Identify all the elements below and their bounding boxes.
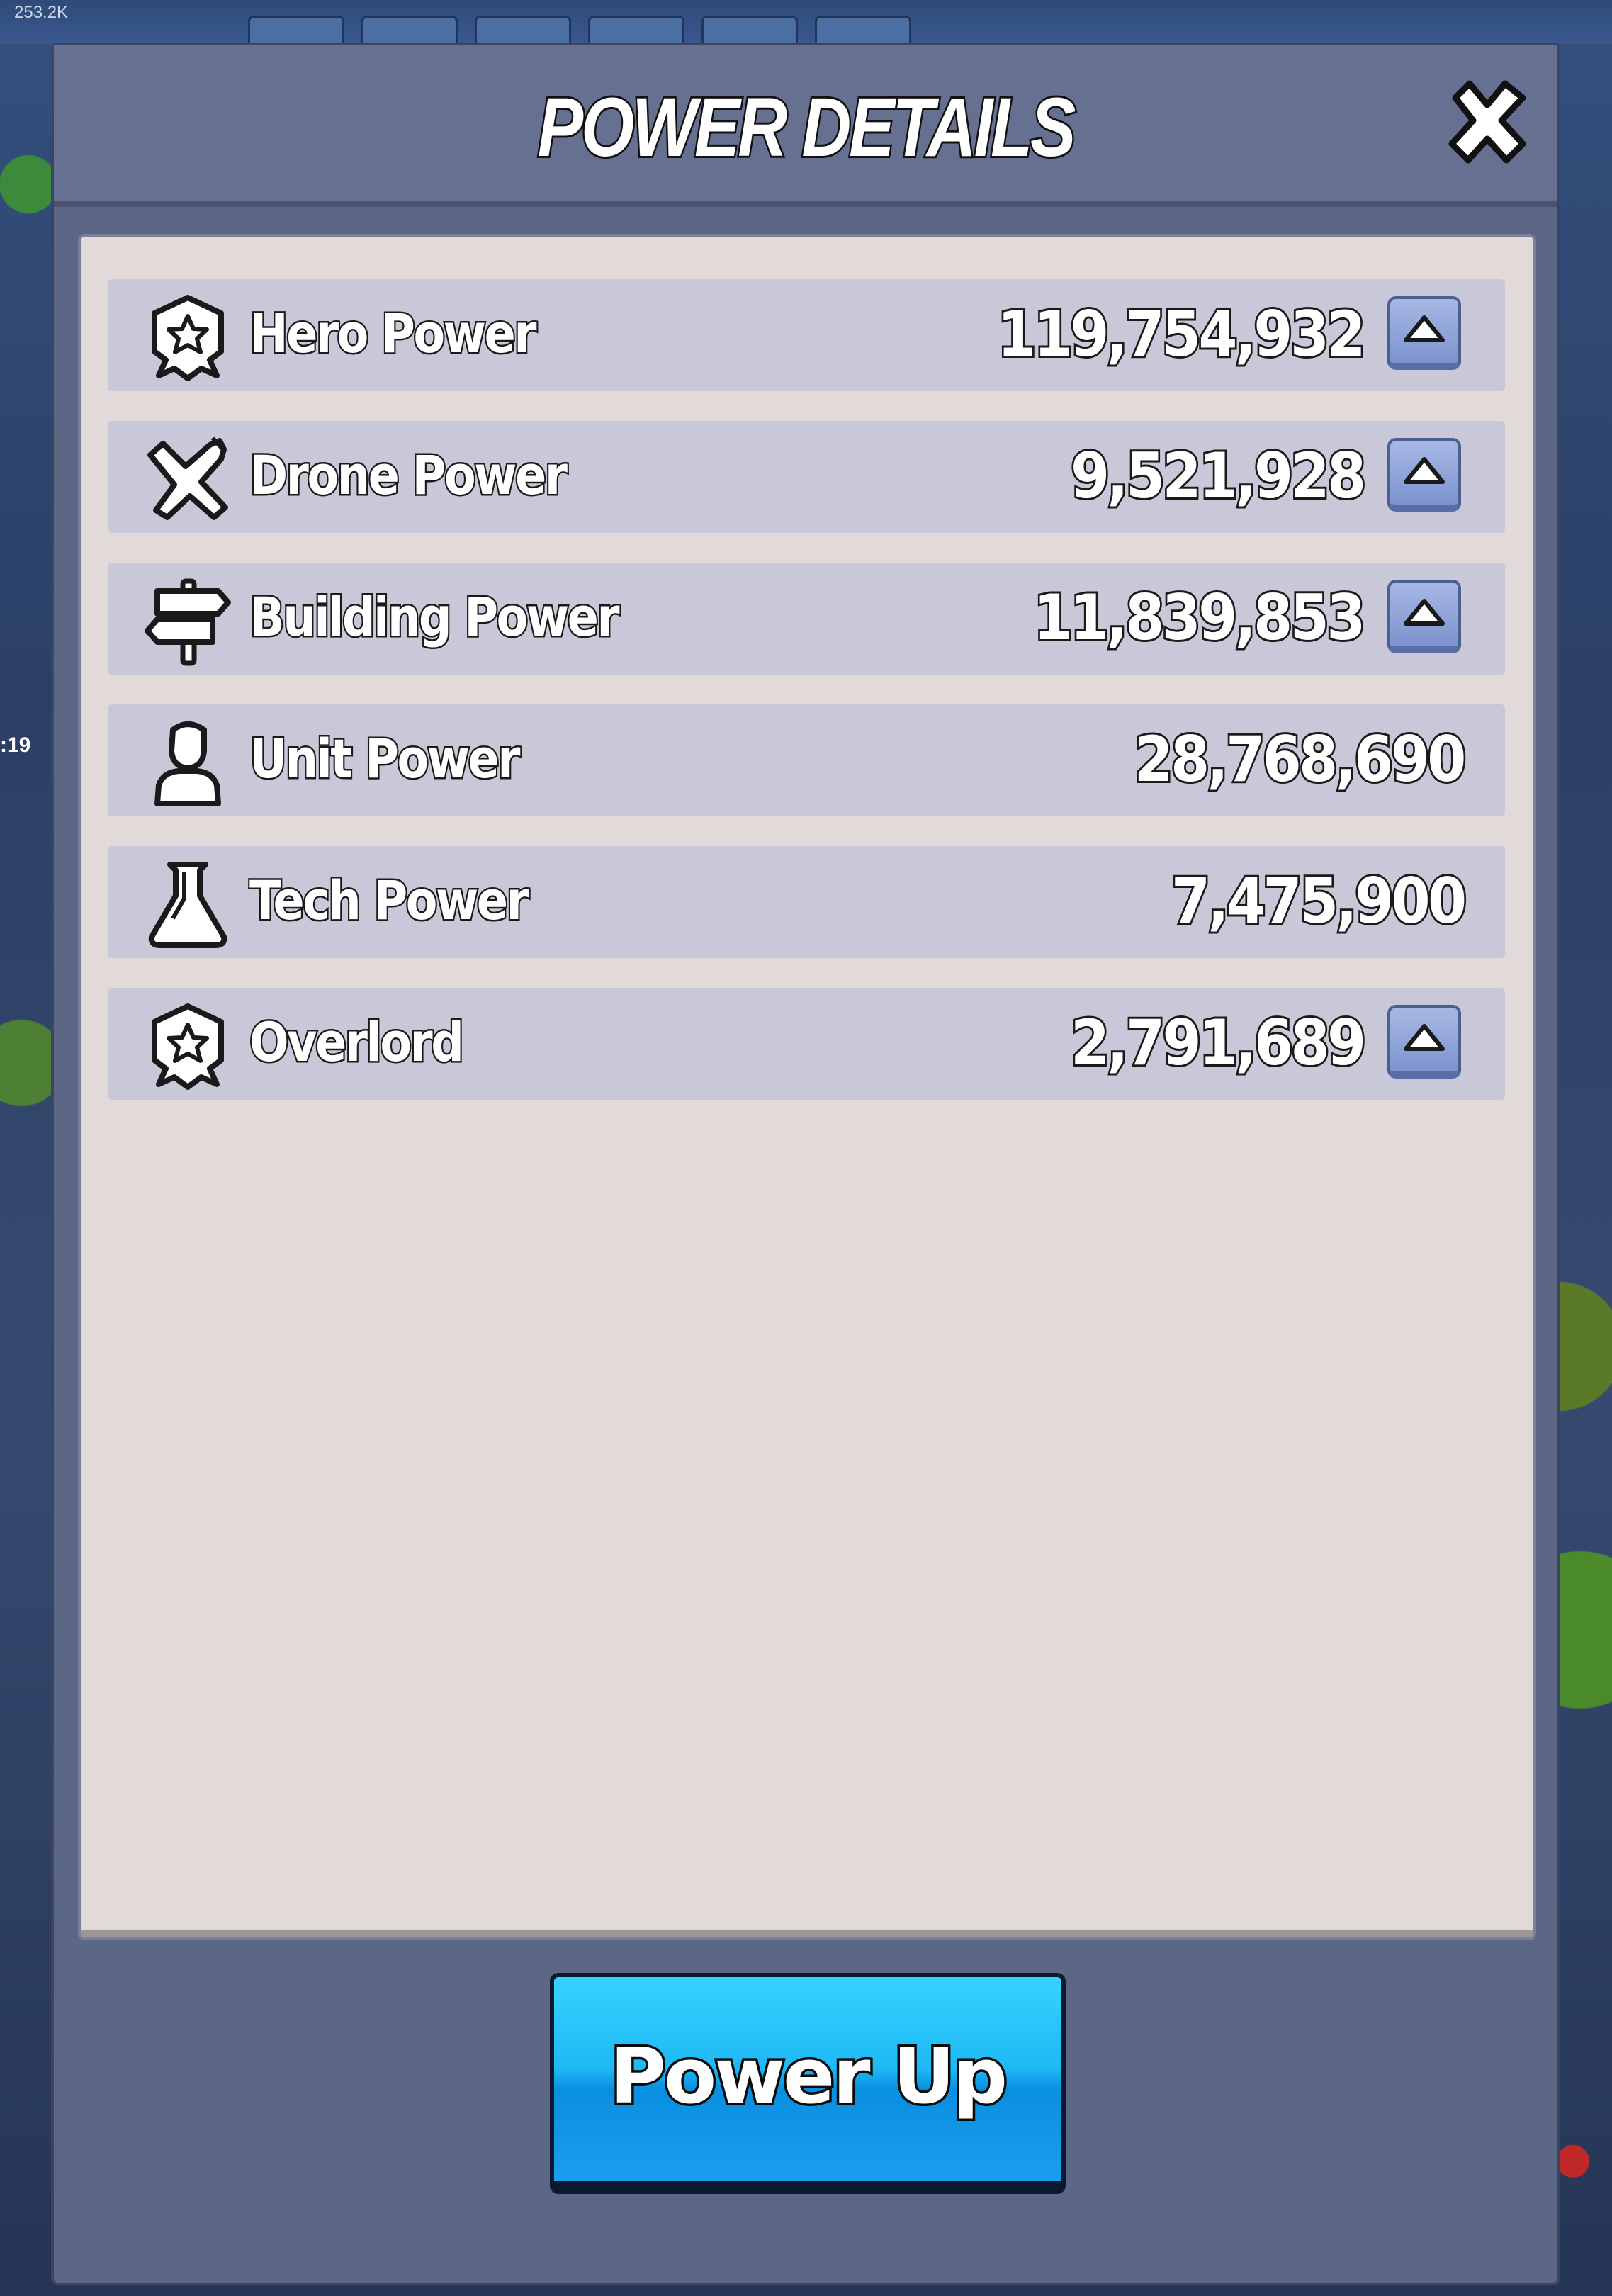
row-label: Building Power xyxy=(248,584,621,651)
row-label: Overlord xyxy=(248,1009,466,1076)
signpost-icon xyxy=(145,578,231,666)
upgrade-button-building[interactable] xyxy=(1387,580,1461,653)
power-row-hero: Hero Power 119,754,932 xyxy=(108,279,1505,391)
power-list-panel: Hero Power 119,754,932 Drone Power 9,521… xyxy=(81,237,1533,1937)
row-label: Drone Power xyxy=(248,442,569,509)
arrow-up-icon xyxy=(1404,457,1445,484)
power-row-overlord: Overlord 2,791,689 xyxy=(108,988,1505,1100)
dialog-header: POWER DETAILS xyxy=(54,45,1557,207)
row-value: 9,521,928 xyxy=(1069,437,1368,514)
drone-plane-icon xyxy=(147,436,228,520)
arrow-up-icon xyxy=(1404,599,1445,626)
close-button[interactable] xyxy=(1441,77,1533,169)
power-up-label: Power Up xyxy=(607,2030,1010,2124)
arrow-up-icon xyxy=(1404,1024,1445,1051)
hero-badge-icon xyxy=(152,295,224,381)
upgrade-button-hero[interactable] xyxy=(1387,296,1461,370)
background-timer-text: :19 xyxy=(0,733,31,757)
power-details-dialog: POWER DETAILS Hero Power 119,754,932 Dro… xyxy=(51,43,1560,2285)
flask-icon xyxy=(148,862,227,948)
upgrade-button-drone[interactable] xyxy=(1387,438,1461,512)
power-row-building: Building Power 11,839,853 xyxy=(108,563,1505,675)
row-label: Unit Power xyxy=(248,726,522,792)
power-up-button[interactable]: Power Up xyxy=(550,1973,1066,2194)
overlord-badge-icon xyxy=(152,1003,224,1090)
background-resource-label: 253.2K xyxy=(14,3,69,22)
power-row-tech: Tech Power 7,475,900 xyxy=(108,846,1505,958)
row-value: 119,754,932 xyxy=(996,296,1368,373)
power-row-drone: Drone Power 9,521,928 xyxy=(108,421,1505,533)
row-label: Hero Power xyxy=(248,300,539,367)
soldier-bust-icon xyxy=(154,721,221,806)
dialog-title: POWER DETAILS xyxy=(536,79,1078,176)
row-label: Tech Power xyxy=(248,867,531,934)
power-row-unit: Unit Power 28,768,690 xyxy=(108,704,1505,816)
background-top-bar xyxy=(0,0,1612,48)
row-value: 28,768,690 xyxy=(1132,721,1468,798)
row-value: 2,791,689 xyxy=(1069,1004,1368,1081)
upgrade-button-overlord[interactable] xyxy=(1387,1005,1461,1079)
row-value: 11,839,853 xyxy=(1032,579,1368,656)
row-value: 7,475,900 xyxy=(1169,862,1469,940)
arrow-up-icon xyxy=(1404,315,1445,342)
close-x-icon xyxy=(1448,80,1526,164)
